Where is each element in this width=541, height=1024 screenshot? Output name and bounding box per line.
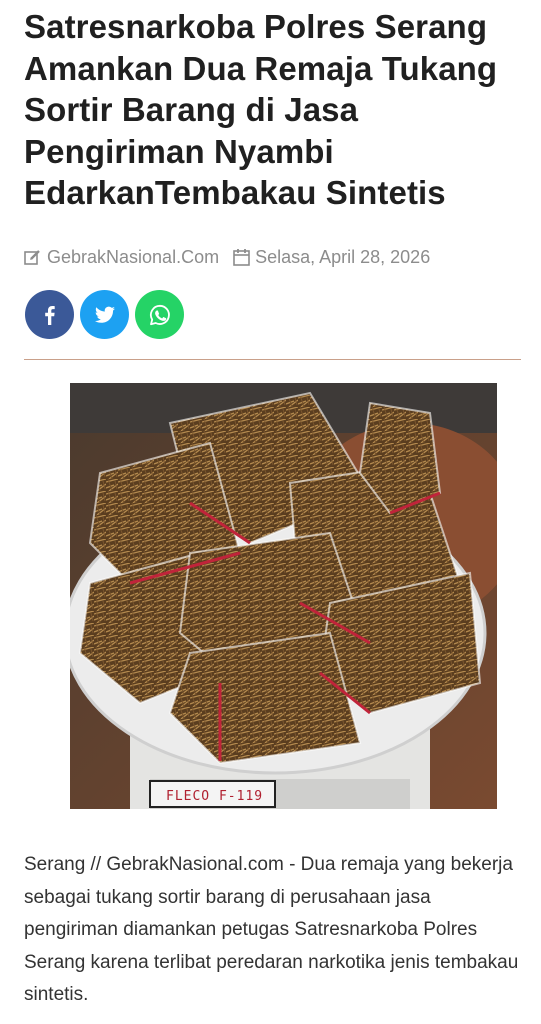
- share-buttons: [25, 290, 184, 339]
- facebook-share-button[interactable]: [25, 290, 74, 339]
- section-divider: [24, 359, 521, 360]
- edit-icon: [24, 249, 41, 266]
- publish-date: Selasa, April 28, 2026: [233, 247, 430, 268]
- article-body: Serang // GebrakNasional.com - Dua remaj…: [24, 854, 519, 1005]
- article-meta: GebrakNasional.Com Selasa, April 28, 202…: [24, 246, 430, 268]
- whatsapp-share-button[interactable]: [135, 290, 184, 339]
- scale-label: FLECO F-119: [166, 789, 263, 804]
- article-title: Satresnarkoba Polres Serang Amankan Dua …: [24, 8, 498, 211]
- twitter-icon: [94, 306, 115, 323]
- whatsapp-icon: [149, 304, 170, 325]
- source-byline[interactable]: GebrakNasional.Com: [24, 247, 219, 268]
- calendar-icon: [233, 248, 250, 266]
- facebook-icon: [44, 305, 55, 325]
- article-photo: FLECO F-119: [70, 383, 497, 809]
- date-text: Selasa, April 28, 2026: [255, 246, 431, 267]
- source-name: GebrakNasional.Com: [47, 246, 220, 267]
- twitter-share-button[interactable]: [80, 290, 129, 339]
